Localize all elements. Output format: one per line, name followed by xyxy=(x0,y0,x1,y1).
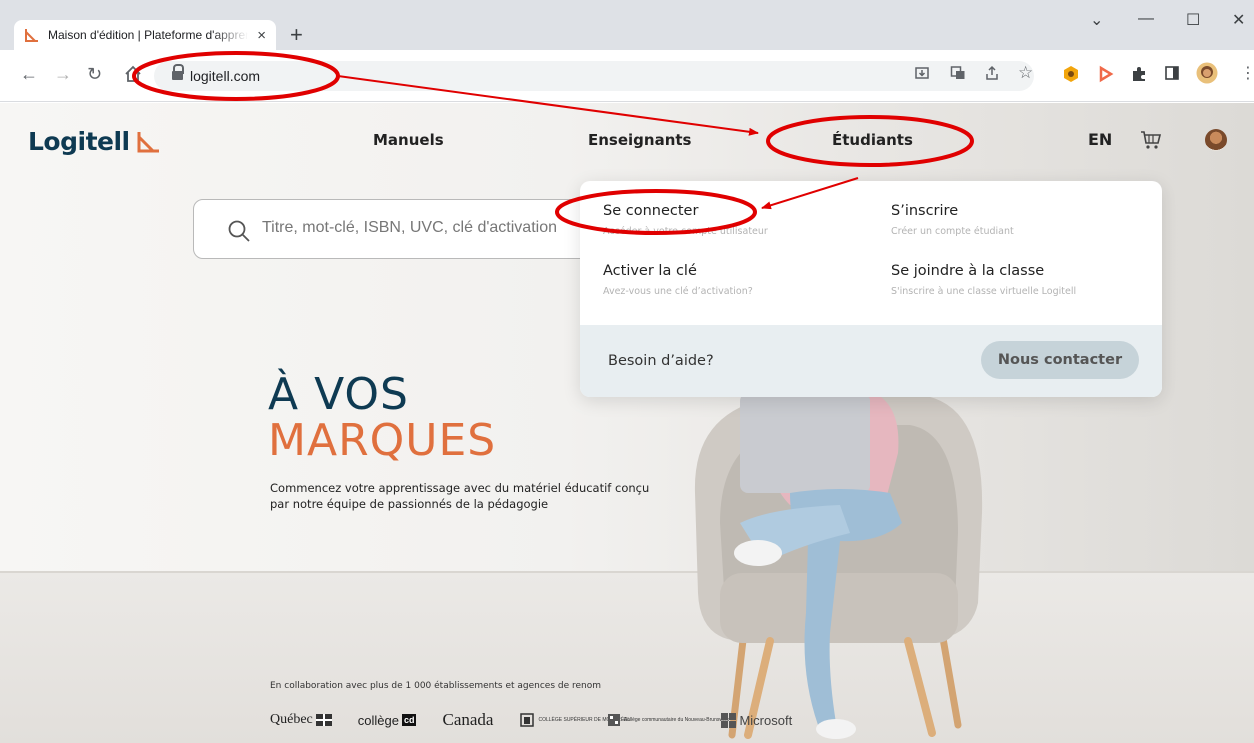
nav-etudiants[interactable]: Étudiants xyxy=(832,131,913,149)
cart-icon[interactable] xyxy=(1140,130,1162,150)
menu-item-label: Se connecter xyxy=(603,203,699,219)
search-icon xyxy=(228,220,250,242)
etudiants-dropdown-menu: Se connecter Accéder à votre compte util… xyxy=(580,181,1162,397)
partner-microsoft-label: Microsoft xyxy=(739,712,793,728)
dropdown-footer: Besoin d’aide? Nous contacter xyxy=(580,325,1162,397)
hero-subtitle: Commencez votre apprentissage avec du ma… xyxy=(270,481,650,511)
hero-chair-person-illustration xyxy=(694,384,983,739)
partner-canada: Canada xyxy=(442,710,494,729)
college-superieur-crest-icon xyxy=(520,713,535,727)
extensions-puzzle-icon[interactable] xyxy=(1130,65,1148,83)
back-arrow-icon[interactable]: ← xyxy=(20,64,38,84)
new-tab-button[interactable]: + xyxy=(290,24,303,46)
translate-icon[interactable] xyxy=(950,65,966,81)
menu-item-description: Accéder à votre compte utilisateur xyxy=(603,226,768,237)
partner-quebec: Québec xyxy=(270,712,332,728)
menu-item-se-connecter[interactable]: Se connecter Accéder à votre compte util… xyxy=(603,203,873,237)
help-text: Besoin d’aide? xyxy=(608,353,714,369)
logitell-logo-mark-icon xyxy=(137,131,159,152)
partner-microsoft: Microsoft xyxy=(721,712,793,728)
language-switch[interactable]: EN xyxy=(1088,130,1112,149)
search-box[interactable] xyxy=(193,199,623,259)
side-panel-icon[interactable] xyxy=(1164,65,1180,81)
hero-title-line1: À VOS xyxy=(268,369,409,420)
menu-item-description: Créer un compte étudiant xyxy=(891,226,1014,237)
browser-tab-bar: Maison d'édition | Plateforme d'apprenti… xyxy=(0,0,1254,50)
college-cd-badge: cd xyxy=(401,714,417,726)
close-window-icon[interactable]: ✕ xyxy=(1232,10,1245,30)
user-avatar[interactable] xyxy=(1205,129,1227,151)
logo-text: Logitell xyxy=(28,127,130,156)
menu-item-label: S’inscrire xyxy=(891,203,959,219)
extension-honey-icon[interactable] xyxy=(1062,65,1080,83)
lock-icon[interactable] xyxy=(172,64,184,80)
maximize-window-icon[interactable]: ☐ xyxy=(1186,10,1200,30)
menu-item-se-joindre-a-la-classe[interactable]: Se joindre à la classe S'inscrire à une … xyxy=(891,263,1161,297)
contact-button[interactable]: Nous contacter xyxy=(981,341,1139,379)
nav-enseignants[interactable]: Enseignants xyxy=(588,131,691,149)
tab-title: Maison d'édition | Plateforme d'apprenti… xyxy=(48,28,248,42)
install-app-icon[interactable] xyxy=(914,65,930,81)
tab-close-icon[interactable]: × xyxy=(257,27,266,44)
menu-item-description: Avez-vous une clé d’activation? xyxy=(603,286,753,297)
nav-manuels[interactable]: Manuels xyxy=(373,131,444,149)
menu-item-description: S'inscrire à une classe virtuelle Logite… xyxy=(891,286,1077,297)
share-icon[interactable] xyxy=(984,65,1000,81)
partners-logos: Québec collège cd Canada COLLÈGE SUPÉRIE… xyxy=(270,708,792,732)
site-header: Logitell Manuels Enseignants Étudiants E… xyxy=(0,103,1254,178)
partner-college-superieur: COLLÈGE SUPÉRIEUR DE MONTRÉAL xyxy=(519,712,631,728)
partner-quebec-label: Québec xyxy=(270,712,313,727)
partner-ccnb: Collège communautaire du Nouveau-Brunswi… xyxy=(608,714,730,726)
tab-search-icon[interactable]: ⌄ xyxy=(1090,10,1103,30)
minimize-window-icon[interactable]: — xyxy=(1138,10,1154,28)
web-page: Logitell Manuels Enseignants Étudiants E… xyxy=(0,103,1254,743)
partners-intro: En collaboration avec plus de 1 000 étab… xyxy=(270,681,602,691)
quebec-flag-icon xyxy=(315,714,332,726)
home-icon[interactable] xyxy=(124,65,142,83)
logitell-logo[interactable]: Logitell xyxy=(28,127,162,156)
profile-avatar-icon[interactable] xyxy=(1196,62,1218,84)
partner-college-cd: collège cd xyxy=(358,713,417,728)
menu-item-label: Activer la clé xyxy=(603,263,697,279)
microsoft-logo-icon xyxy=(721,712,737,728)
forward-arrow-icon[interactable]: → xyxy=(54,64,72,84)
browser-menu-icon[interactable]: ⋮ xyxy=(1240,63,1254,83)
url-text[interactable]: logitell.com xyxy=(190,68,260,84)
partner-college-superieur-label: COLLÈGE SUPÉRIEUR DE MONTRÉAL xyxy=(538,717,631,723)
reload-icon[interactable]: ↻ xyxy=(87,64,102,84)
menu-item-label: Se joindre à la classe xyxy=(891,263,1045,279)
logitell-favicon-icon xyxy=(25,29,38,42)
ccnb-logo-icon xyxy=(608,714,621,726)
partner-college-label: collège xyxy=(357,712,399,728)
search-input[interactable] xyxy=(262,219,602,237)
address-bar[interactable]: logitell.com xyxy=(154,61,1034,91)
extension-play-icon[interactable] xyxy=(1096,65,1114,83)
hero-title-line2: MARQUES xyxy=(268,415,497,466)
menu-item-s-inscrire[interactable]: S’inscrire Créer un compte étudiant xyxy=(891,203,1161,237)
menu-item-activer-la-cle[interactable]: Activer la clé Avez-vous une clé d’activ… xyxy=(603,263,873,297)
bookmark-star-icon[interactable]: ☆ xyxy=(1018,63,1033,83)
partner-ccnb-label: Collège communautaire du Nouveau-Brunswi… xyxy=(623,717,730,723)
browser-tab[interactable]: Maison d'édition | Plateforme d'apprenti… xyxy=(14,20,276,50)
